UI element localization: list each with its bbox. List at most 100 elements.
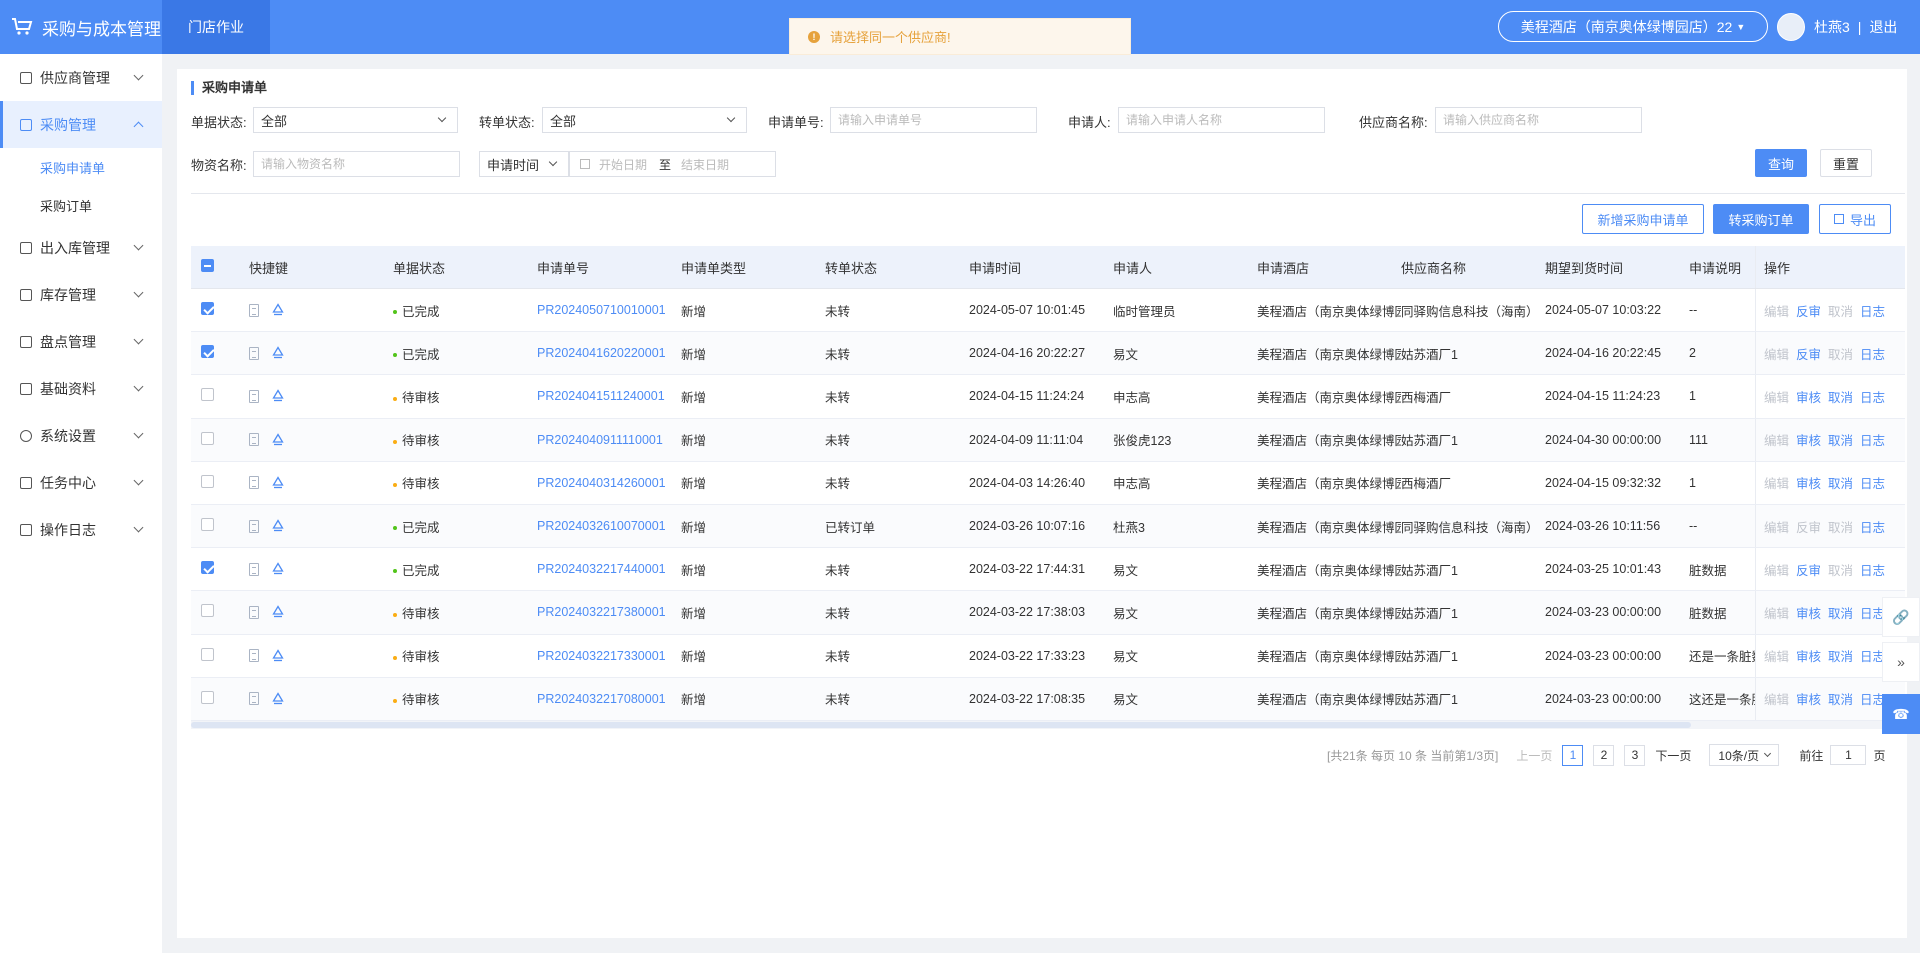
date-range-picker[interactable]: 开始日期 至 结束日期 bbox=[569, 151, 776, 177]
row-action-link[interactable]: 审核 bbox=[1796, 430, 1821, 449]
row-action-link[interactable]: 取消 bbox=[1828, 560, 1853, 579]
row-action-link[interactable]: 取消 bbox=[1828, 603, 1853, 622]
horizontal-scrollbar[interactable] bbox=[191, 720, 1905, 729]
transfer-status-select[interactable]: 全部 bbox=[542, 107, 747, 133]
time-type-select[interactable]: 申请时间 bbox=[479, 151, 569, 177]
row-checkbox[interactable] bbox=[201, 474, 214, 488]
convert-to-order-button[interactable]: 转采购订单 bbox=[1713, 204, 1809, 234]
hotel-selector[interactable]: 美程酒店（南京奥体绿博园店）22 ▼ bbox=[1498, 11, 1768, 42]
row-checkbox[interactable] bbox=[201, 604, 214, 618]
row-action-link[interactable]: 取消 bbox=[1828, 430, 1853, 449]
link-icon[interactable]: 🔗 bbox=[1882, 597, 1920, 637]
row-action-link[interactable]: 编辑 bbox=[1764, 603, 1789, 622]
export-button[interactable]: 导出 bbox=[1819, 204, 1891, 234]
row-action-link[interactable]: 反审 bbox=[1796, 344, 1821, 363]
row-action-link[interactable]: 取消 bbox=[1828, 387, 1853, 406]
sidebar-item-stock[interactable]: 库存管理 bbox=[0, 271, 162, 318]
order-no-link[interactable]: PR2024040314260001 bbox=[537, 476, 681, 490]
row-checkbox[interactable] bbox=[201, 345, 214, 359]
row-action-link[interactable]: 审核 bbox=[1796, 689, 1821, 708]
document-icon[interactable] bbox=[249, 389, 259, 403]
row-action-link[interactable]: 反审 bbox=[1796, 301, 1821, 320]
scrollbar-thumb[interactable] bbox=[191, 721, 1691, 728]
row-action-link[interactable]: 取消 bbox=[1828, 344, 1853, 363]
row-action-link[interactable]: 取消 bbox=[1828, 301, 1853, 320]
sidebar-subitem-purchase-order[interactable]: 采购订单 bbox=[0, 186, 162, 224]
row-checkbox[interactable] bbox=[201, 388, 214, 402]
recycle-icon[interactable] bbox=[271, 692, 285, 706]
recycle-icon[interactable] bbox=[271, 648, 285, 663]
row-action-link[interactable]: 反审 bbox=[1796, 560, 1821, 579]
row-action-link[interactable]: 编辑 bbox=[1764, 560, 1789, 579]
order-no-link[interactable]: PR2024041511240001 bbox=[537, 389, 681, 403]
recycle-icon[interactable] bbox=[271, 562, 285, 576]
row-action-link[interactable]: 取消 bbox=[1828, 517, 1853, 536]
sidebar-item-inout[interactable]: 出入库管理 bbox=[0, 224, 162, 271]
page-number[interactable]: 2 bbox=[1593, 744, 1615, 766]
customer-service-icon[interactable]: ☎ bbox=[1882, 694, 1920, 734]
row-action-link[interactable]: 审核 bbox=[1796, 473, 1821, 492]
goto-page-input[interactable] bbox=[1830, 745, 1867, 765]
recycle-icon[interactable] bbox=[271, 605, 285, 619]
reset-button[interactable]: 重置 bbox=[1820, 149, 1872, 177]
row-action-link[interactable]: 反审 bbox=[1796, 517, 1821, 536]
row-action-link[interactable]: 审核 bbox=[1796, 387, 1821, 406]
row-action-link[interactable]: 取消 bbox=[1828, 646, 1853, 665]
row-action-link[interactable]: 编辑 bbox=[1764, 344, 1789, 363]
recycle-icon[interactable] bbox=[271, 519, 285, 533]
row-action-link[interactable]: 日志 bbox=[1860, 560, 1885, 579]
document-icon[interactable] bbox=[249, 476, 259, 490]
order-no-link[interactable]: PR2024032217330001 bbox=[537, 649, 681, 663]
page-size-select[interactable]: 10条/页 bbox=[1709, 744, 1780, 766]
page-number[interactable]: 3 bbox=[1624, 744, 1646, 766]
row-checkbox[interactable] bbox=[201, 302, 214, 316]
document-icon[interactable] bbox=[249, 692, 259, 706]
recycle-icon[interactable] bbox=[271, 432, 285, 447]
document-icon[interactable] bbox=[249, 649, 259, 663]
page-number[interactable]: 1 bbox=[1562, 744, 1584, 766]
row-action-link[interactable]: 编辑 bbox=[1764, 646, 1789, 665]
double-chevron-icon[interactable]: » bbox=[1882, 642, 1920, 682]
material-input[interactable] bbox=[253, 151, 460, 177]
document-icon[interactable] bbox=[249, 605, 259, 619]
row-action-link[interactable]: 日志 bbox=[1860, 430, 1885, 449]
recycle-icon[interactable] bbox=[271, 476, 285, 490]
doc-status-select[interactable]: 全部 bbox=[253, 107, 458, 133]
sidebar-item-task[interactable]: 任务中心 bbox=[0, 459, 162, 506]
row-action-link[interactable]: 日志 bbox=[1860, 387, 1885, 406]
logout-link[interactable]: 退出 bbox=[1869, 17, 1897, 37]
order-no-link[interactable]: PR2024032610070001 bbox=[537, 519, 681, 533]
row-action-link[interactable]: 日志 bbox=[1860, 301, 1885, 320]
order-no-link[interactable]: PR2024032217080001 bbox=[537, 692, 681, 706]
sidebar-item-basic-data[interactable]: 基础资料 bbox=[0, 365, 162, 412]
sidebar-item-settings[interactable]: 系统设置 bbox=[0, 412, 162, 459]
order-no-link[interactable]: PR2024041620220001 bbox=[537, 346, 681, 360]
avatar[interactable] bbox=[1777, 13, 1805, 41]
sidebar-item-supplier[interactable]: 供应商管理 bbox=[0, 54, 162, 101]
document-icon[interactable] bbox=[249, 433, 259, 447]
row-action-link[interactable]: 编辑 bbox=[1764, 387, 1789, 406]
row-action-link[interactable]: 日志 bbox=[1860, 517, 1885, 536]
recycle-icon[interactable] bbox=[271, 303, 285, 317]
sidebar-item-log[interactable]: 操作日志 bbox=[0, 506, 162, 553]
row-action-link[interactable]: 编辑 bbox=[1764, 301, 1789, 320]
row-action-link[interactable]: 审核 bbox=[1796, 603, 1821, 622]
order-no-link[interactable]: PR2024032217380001 bbox=[537, 605, 681, 619]
document-icon[interactable] bbox=[249, 303, 259, 317]
recycle-icon[interactable] bbox=[271, 389, 285, 403]
order-no-link[interactable]: PR2024040911110001 bbox=[537, 433, 681, 447]
recycle-icon[interactable] bbox=[271, 346, 285, 360]
row-checkbox[interactable] bbox=[201, 518, 214, 532]
row-action-link[interactable]: 日志 bbox=[1860, 473, 1885, 492]
sidebar-subitem-purchase-request[interactable]: 采购申请单 bbox=[0, 148, 162, 186]
document-icon[interactable] bbox=[249, 519, 259, 533]
row-action-link[interactable]: 取消 bbox=[1828, 689, 1853, 708]
row-action-link[interactable]: 编辑 bbox=[1764, 430, 1789, 449]
row-action-link[interactable]: 取消 bbox=[1828, 473, 1853, 492]
row-action-link[interactable]: 编辑 bbox=[1764, 689, 1789, 708]
tab-store-operation[interactable]: 门店作业 bbox=[162, 0, 270, 54]
supplier-input[interactable] bbox=[1435, 107, 1642, 133]
select-all-checkbox[interactable] bbox=[201, 259, 214, 272]
applicant-input[interactable] bbox=[1118, 107, 1325, 133]
row-checkbox[interactable] bbox=[201, 690, 214, 704]
